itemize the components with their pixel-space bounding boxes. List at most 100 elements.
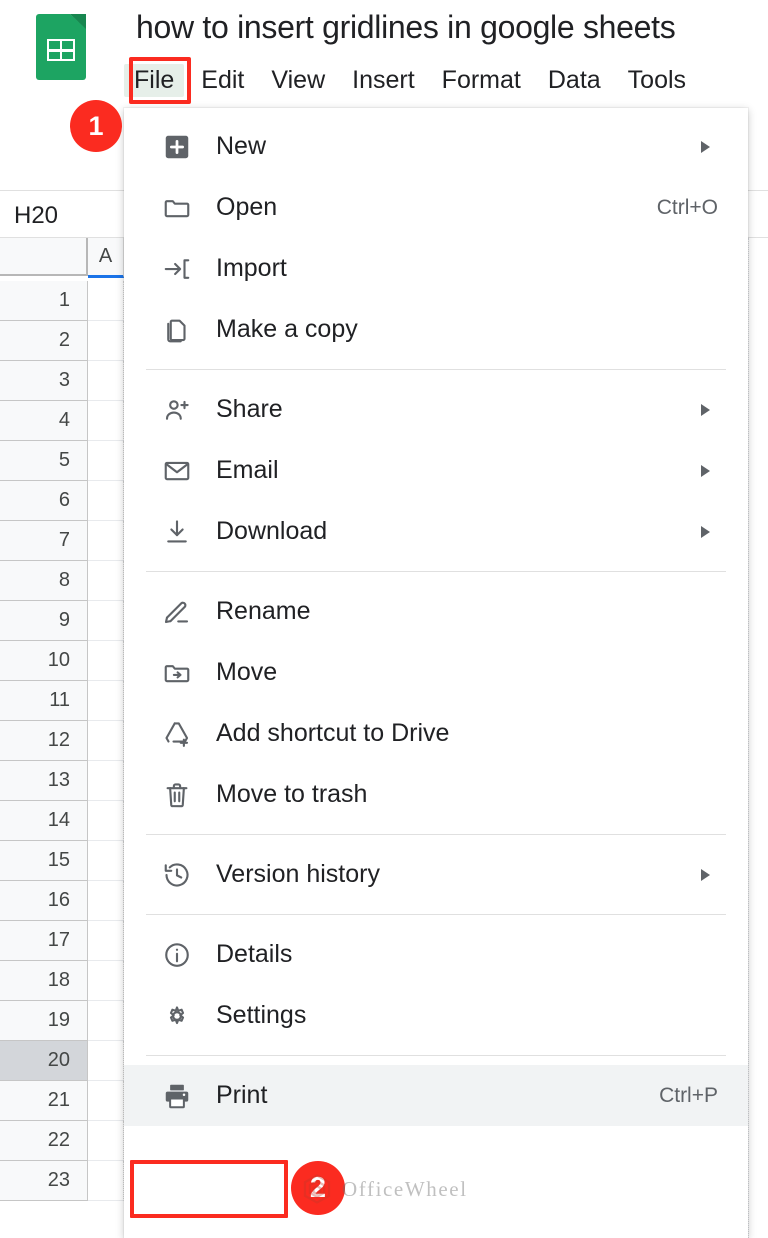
menubar-item-view[interactable]: View: [261, 64, 335, 97]
grid-cell[interactable]: [88, 481, 124, 521]
menubar-item-edit[interactable]: Edit: [191, 64, 254, 97]
grid-cell[interactable]: [88, 1121, 124, 1161]
download-icon: [160, 515, 194, 549]
grid-cell[interactable]: [88, 841, 124, 881]
grid-cell[interactable]: [88, 761, 124, 801]
grid-cell[interactable]: [88, 881, 124, 921]
row-header[interactable]: 16: [0, 881, 88, 921]
menu-item-label: Version history: [216, 860, 380, 889]
menu-item-label: Download: [216, 517, 327, 546]
row-header[interactable]: 1: [0, 281, 88, 321]
step-badge-1: 1: [70, 100, 122, 152]
grid-cell[interactable]: [88, 1041, 124, 1081]
menu-item-move-to-trash[interactable]: Move to trash: [124, 764, 748, 825]
row-header[interactable]: 22: [0, 1121, 88, 1161]
menu-item-email[interactable]: Email: [124, 440, 748, 501]
grid-cell[interactable]: [88, 961, 124, 1001]
menu-item-label: Import: [216, 254, 287, 283]
row-header[interactable]: 10: [0, 641, 88, 681]
menubar-item-data[interactable]: Data: [538, 64, 611, 97]
select-all-corner[interactable]: [0, 238, 88, 276]
menu-item-import[interactable]: Import: [124, 238, 748, 299]
menu-item-shortcut: Ctrl+P: [659, 1084, 718, 1108]
grid-cell[interactable]: [88, 401, 124, 441]
row-header[interactable]: 13: [0, 761, 88, 801]
row-header[interactable]: 23: [0, 1161, 88, 1201]
menu-item-label: New: [216, 132, 266, 161]
name-box[interactable]: H20: [14, 202, 58, 230]
menu-item-add-shortcut-to-drive[interactable]: Add shortcut to Drive: [124, 703, 748, 764]
menu-item-open[interactable]: OpenCtrl+O: [124, 177, 748, 238]
grid-right-strip: [748, 238, 768, 1238]
grid-cell[interactable]: [88, 601, 124, 641]
row-header[interactable]: 4: [0, 401, 88, 441]
import-icon: [160, 252, 194, 286]
grid-cell[interactable]: [88, 321, 124, 361]
grid-cell[interactable]: [88, 561, 124, 601]
menu-item-shortcut: Ctrl+O: [657, 196, 718, 220]
row-header[interactable]: 8: [0, 561, 88, 601]
grid-cell[interactable]: [88, 361, 124, 401]
row-header[interactable]: 21: [0, 1081, 88, 1121]
menu-item-rename[interactable]: Rename: [124, 581, 748, 642]
trash-icon: [160, 778, 194, 812]
menu-top-padding: [124, 108, 748, 116]
submenu-arrow-icon: [701, 404, 710, 416]
menu-item-label: Share: [216, 395, 283, 424]
menu-item-label: Make a copy: [216, 315, 358, 344]
app-header: how to insert gridlines in google sheets…: [0, 0, 768, 110]
row-header[interactable]: 11: [0, 681, 88, 721]
grid-cell[interactable]: [88, 1081, 124, 1121]
logo-grid-icon: [47, 39, 75, 61]
menu-item-download[interactable]: Download: [124, 501, 748, 562]
menu-separator: [146, 914, 726, 915]
menubar-item-file[interactable]: File: [124, 64, 184, 97]
row-header[interactable]: 20: [0, 1041, 88, 1081]
row-header[interactable]: 5: [0, 441, 88, 481]
grid-cell[interactable]: [88, 721, 124, 761]
menu-item-version-history[interactable]: Version history: [124, 844, 748, 905]
move-folder-icon: [160, 656, 194, 690]
menu-item-settings[interactable]: Settings: [124, 985, 748, 1046]
row-header[interactable]: 15: [0, 841, 88, 881]
menubar-item-format[interactable]: Format: [432, 64, 531, 97]
menubar-item-insert[interactable]: Insert: [342, 64, 425, 97]
menu-item-make-a-copy[interactable]: Make a copy: [124, 299, 748, 360]
menu-item-label: Settings: [216, 1001, 306, 1030]
grid-cell[interactable]: [88, 441, 124, 481]
row-header[interactable]: 2: [0, 321, 88, 361]
grid-cell[interactable]: [88, 1161, 124, 1201]
submenu-arrow-icon: [701, 141, 710, 153]
grid-cell[interactable]: [88, 921, 124, 961]
menu-item-details[interactable]: Details: [124, 924, 748, 985]
menu-item-label: Email: [216, 456, 279, 485]
row-header[interactable]: 9: [0, 601, 88, 641]
envelope-icon: [160, 454, 194, 488]
menubar-item-tools[interactable]: Tools: [618, 64, 696, 97]
new-file-icon: [160, 130, 194, 164]
menu-item-print[interactable]: PrintCtrl+P: [124, 1065, 748, 1126]
menu-item-new[interactable]: New: [124, 116, 748, 177]
menu-item-label: Details: [216, 940, 292, 969]
grid-cell[interactable]: [88, 281, 124, 321]
row-header[interactable]: 19: [0, 1001, 88, 1041]
grid-cell[interactable]: [88, 801, 124, 841]
row-header[interactable]: 6: [0, 481, 88, 521]
menu-item-share[interactable]: Share: [124, 379, 748, 440]
row-header[interactable]: 17: [0, 921, 88, 961]
menu-separator: [146, 369, 726, 370]
row-header[interactable]: 18: [0, 961, 88, 1001]
row-header[interactable]: 7: [0, 521, 88, 561]
submenu-arrow-icon: [701, 526, 710, 538]
column-header-a[interactable]: A: [88, 238, 124, 278]
grid-cell[interactable]: [88, 641, 124, 681]
menu-item-move[interactable]: Move: [124, 642, 748, 703]
row-header[interactable]: 14: [0, 801, 88, 841]
grid-cell[interactable]: [88, 521, 124, 561]
file-dropdown-menu: New OpenCtrl+O Import Make a copy Share Email…: [124, 108, 748, 1238]
row-header[interactable]: 12: [0, 721, 88, 761]
page-title[interactable]: how to insert gridlines in google sheets: [136, 9, 675, 46]
grid-cell[interactable]: [88, 681, 124, 721]
row-header[interactable]: 3: [0, 361, 88, 401]
grid-cell[interactable]: [88, 1001, 124, 1041]
